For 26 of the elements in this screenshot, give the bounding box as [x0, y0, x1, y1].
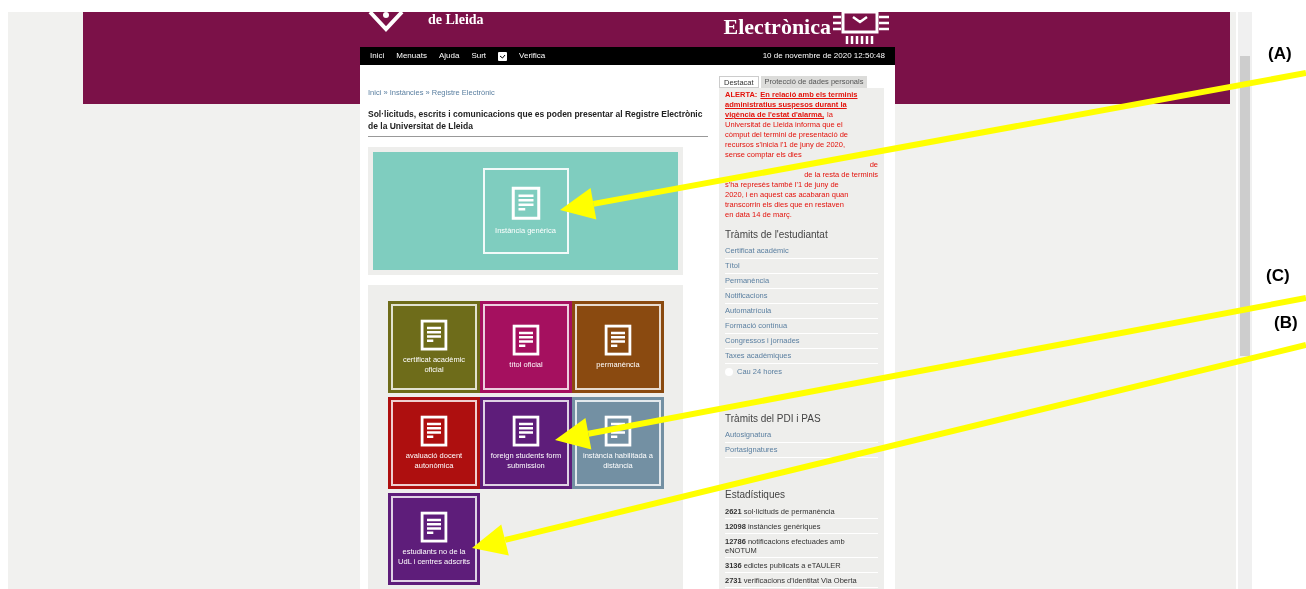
annotation-label: (A) — [1268, 44, 1292, 64]
document-icon — [604, 415, 632, 448]
chip-icon — [833, 12, 889, 45]
section-title: Estadístiques — [725, 488, 787, 502]
nav-link[interactable]: Menuats — [396, 50, 427, 62]
page-heading: Sol·licituds, escrits i comunicacions que es poden presentar al Registre Electrònic de la Universitat de Lleida — [368, 108, 708, 138]
document-icon — [510, 186, 541, 221]
document-icon — [420, 319, 448, 352]
shield-logo-icon — [366, 12, 406, 32]
institution-name: de Lleida — [428, 13, 484, 27]
annotation-label: (C) — [1266, 266, 1290, 286]
nav-link[interactable]: Inici — [370, 50, 385, 62]
annotation-label: (B) — [1274, 313, 1298, 333]
site-title: Electrònica — [723, 16, 831, 38]
nav-link[interactable]: Surt — [471, 50, 487, 62]
scrollbar-thumb[interactable] — [1240, 56, 1250, 356]
document-icon — [512, 324, 540, 357]
section-title: Tràmits de l'estudiantat — [725, 228, 829, 242]
section-title: Tràmits del PDI i PAS — [725, 412, 822, 426]
document-icon — [420, 415, 448, 448]
nav-link[interactable]: Verifica — [519, 50, 546, 62]
nav-link[interactable]: Ajuda — [438, 50, 460, 62]
document-icon — [512, 415, 540, 448]
document-icon — [420, 511, 448, 544]
date-time: 10 de novembre de 2020 12:50:48 — [762, 50, 885, 62]
document-icon — [604, 324, 632, 357]
